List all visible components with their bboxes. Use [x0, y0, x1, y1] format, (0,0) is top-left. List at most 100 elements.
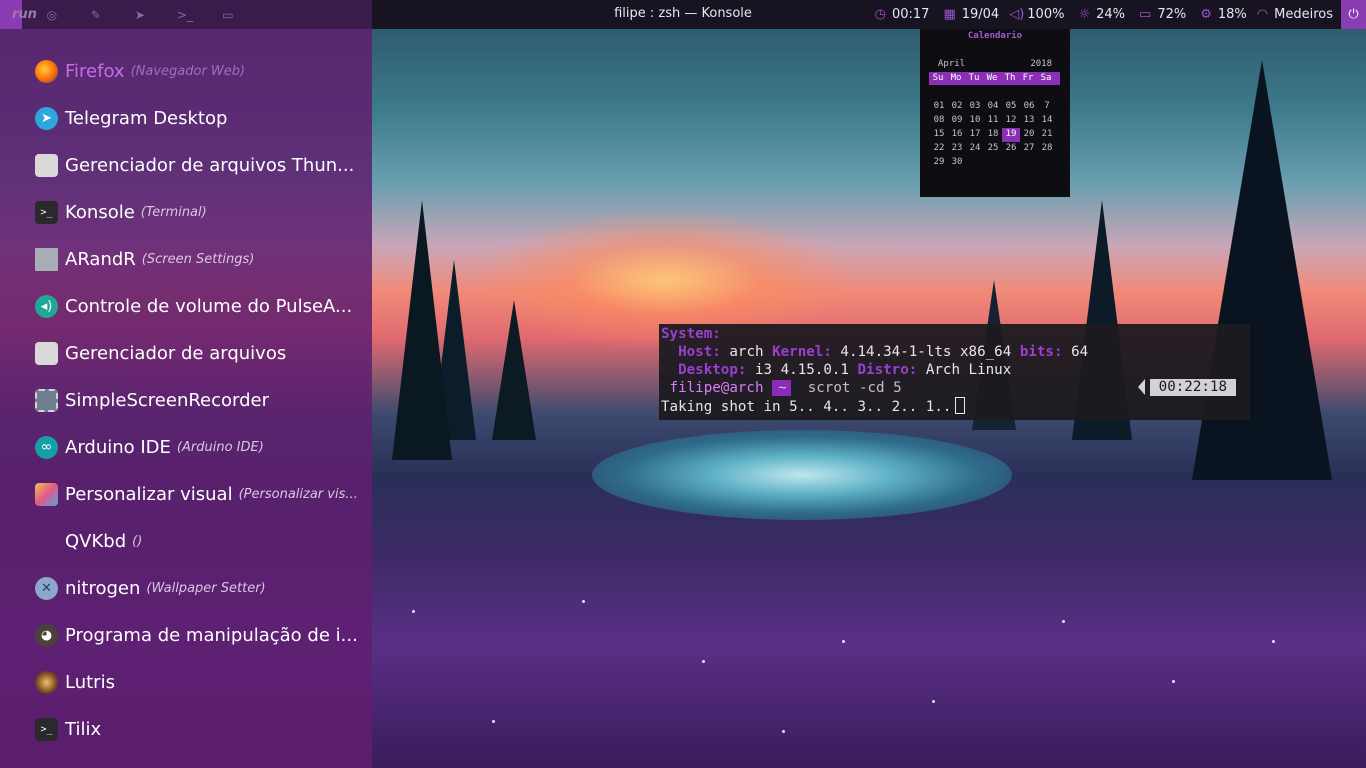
calendar-day[interactable]: 18	[984, 128, 1002, 142]
menu-item-lutris[interactable]: Lutris	[35, 669, 121, 695]
command-output: Taking shot in 5.. 4.. 3.. 2.. 1..	[661, 399, 952, 415]
menu-item-label: ARandR	[65, 248, 136, 270]
calendar-day[interactable]: 06	[1020, 100, 1038, 114]
calendar-week: 15 16 17 18 19 20 21	[930, 128, 1056, 142]
menu-item-tilix[interactable]: >_ Tilix	[35, 716, 107, 742]
terminal-cursor	[955, 397, 966, 414]
calendar-day[interactable]: 29	[930, 156, 948, 170]
wifi-status[interactable]: ◠ Medeiros	[1257, 7, 1333, 22]
calendar-day[interactable]: 09	[948, 114, 966, 128]
calendar-day[interactable]: 7	[1038, 100, 1056, 114]
menu-item-subtitle: (Personalizar vis...	[238, 486, 358, 502]
lutris-icon	[35, 670, 58, 694]
keyboard-icon	[35, 530, 58, 553]
date-status[interactable]: ▦ 19/04	[943, 7, 999, 22]
menu-item-subtitle: (Screen Settings)	[141, 251, 255, 267]
status-area: ◷ 00:17 ▦ 19/04 ◁) 100% ☼ 24% ▭ 72% ⚙ 18% ◠ Med…	[861, 0, 1366, 29]
time-value: 00:17	[891, 7, 930, 22]
edit-icon[interactable]: ✎	[89, 8, 103, 22]
menu-item-label: Controle de volume do PulseA...	[65, 295, 353, 317]
calendar-day[interactable]: 04	[984, 100, 1002, 114]
calendar-day[interactable]	[1002, 156, 1020, 170]
menu-item-qvkbd[interactable]: QVKbd ()	[35, 528, 142, 554]
brightness-icon: ☼	[1078, 7, 1091, 22]
prompt-directory: ~	[772, 380, 791, 396]
terminal-icon[interactable]: >_	[177, 8, 193, 22]
calendar-day[interactable]: 24	[966, 142, 984, 156]
calendar-day[interactable]: 15	[930, 128, 948, 142]
cpu-status[interactable]: ⚙ 18%	[1200, 7, 1247, 22]
brightness-status[interactable]: ☼ 24%	[1078, 7, 1125, 22]
calendar-day[interactable]	[1020, 156, 1038, 170]
calendar-title: Calendario	[967, 31, 1023, 41]
calendar-day[interactable]: 23	[948, 142, 966, 156]
top-bar: run ◎ ✎ ➤ >_ ▭ filipe : zsh — Konsole ◷ 0…	[0, 0, 1366, 29]
menu-item-nitrogen[interactable]: ✕ nitrogen (Wallpaper Setter)	[35, 575, 266, 601]
calendar-day[interactable]: 03	[966, 100, 984, 114]
menu-item-label: Programa de manipulação de i...	[65, 624, 358, 646]
calendar-day[interactable]: 27	[1020, 142, 1038, 156]
calendar-day[interactable]: 20	[1020, 128, 1038, 142]
menu-item-arduino[interactable]: ∞ Arduino IDE (Arduino IDE)	[35, 434, 264, 460]
calendar-day[interactable]: 30	[948, 156, 966, 170]
menu-item-firefox[interactable]: Firefox (Navegador Web)	[35, 58, 245, 84]
volume-status[interactable]: ◁) 100%	[1009, 7, 1064, 22]
distro-value: Arch Linux	[925, 362, 1012, 378]
menu-item-subtitle: (Terminal)	[140, 204, 207, 220]
telegram-icon[interactable]: ➤	[133, 8, 147, 22]
bits-label: bits:	[1019, 344, 1063, 360]
menu-item-personalizar-visual[interactable]: Personalizar visual (Personalizar vis...	[35, 481, 358, 507]
menu-item-thunar[interactable]: Gerenciador de arquivos Thun...	[35, 152, 360, 178]
battery-status[interactable]: ▭ 72%	[1139, 7, 1186, 22]
volume-icon: ◁)	[1009, 7, 1025, 22]
calendar-day[interactable]: 13	[1020, 114, 1038, 128]
calendar-weekday-header: Su Mo Tu We Th Fr Sa	[929, 72, 1060, 85]
app-launcher-menu: Firefox (Navegador Web) ➤ Telegram Deskto…	[0, 29, 372, 768]
menu-item-konsole[interactable]: >_ Konsole (Terminal)	[35, 199, 207, 225]
menu-item-label: Lutris	[65, 671, 115, 693]
calendar-week: 22 23 24 25 26 27 28	[930, 142, 1056, 156]
menu-item-label: Gerenciador de arquivos Thun...	[65, 154, 355, 176]
menu-item-label: Firefox	[65, 60, 125, 82]
calendar-day[interactable]: 28	[1038, 142, 1056, 156]
calendar-day[interactable]: 01	[930, 100, 948, 114]
desktop-label: Desktop:	[678, 362, 747, 378]
menu-item-arandr[interactable]: ARandR (Screen Settings)	[35, 246, 254, 272]
menu-item-simplescreenrecorder[interactable]: SimpleScreenRecorder	[35, 387, 275, 413]
bits-value: 64	[1071, 344, 1089, 360]
menu-item-label: Gerenciador de arquivos	[65, 342, 287, 364]
calendar-day-today[interactable]: 19	[1002, 128, 1020, 142]
calendar-day[interactable]: 25	[984, 142, 1002, 156]
folder-icon	[35, 341, 58, 365]
wallpaper-star	[702, 660, 705, 663]
firefox-icon[interactable]: ◎	[45, 8, 59, 22]
menu-item-file-manager[interactable]: Gerenciador de arquivos	[35, 340, 292, 366]
clock-status[interactable]: ◷ 00:17	[875, 7, 930, 22]
calendar-day[interactable]: 17	[966, 128, 984, 142]
calendar-day[interactable]: 12	[1002, 114, 1020, 128]
calendar-day[interactable]: 22	[930, 142, 948, 156]
calendar-day[interactable]: 21	[1038, 128, 1056, 142]
menu-item-telegram[interactable]: ➤ Telegram Desktop	[35, 105, 233, 131]
display-icon[interactable]: ▭	[221, 8, 235, 22]
calendar-day[interactable]	[984, 156, 1002, 170]
calendar-day[interactable]: 05	[1002, 100, 1020, 114]
menu-item-label: SimpleScreenRecorder	[65, 389, 270, 411]
calendar-day[interactable]: 08	[930, 114, 948, 128]
menu-item-gimp[interactable]: ◕ Programa de manipulação de i...	[35, 622, 364, 648]
desktop-value: i3 4.15.0.1	[754, 362, 849, 378]
system-label: System:	[661, 326, 721, 342]
prompt-clock: 00:22:18	[1149, 379, 1236, 396]
calendar-day[interactable]	[966, 156, 984, 170]
calendar-day[interactable]	[1038, 156, 1056, 170]
weekday-label: Mo	[950, 73, 962, 83]
calendar-day[interactable]: 02	[948, 100, 966, 114]
calendar-day[interactable]: 11	[984, 114, 1002, 128]
calendar-day[interactable]: 10	[966, 114, 984, 128]
konsole-terminal[interactable]: System: Host: arch Kernel: 4.14.34-1-lts…	[659, 324, 1250, 420]
calendar-day[interactable]: 26	[1002, 142, 1020, 156]
calendar-day[interactable]: 16	[948, 128, 966, 142]
calendar-day[interactable]: 14	[1038, 114, 1056, 128]
power-button[interactable]: ⏻	[1341, 0, 1366, 29]
menu-item-pulseaudio[interactable]: ◂) Controle de volume do PulseA...	[35, 293, 358, 319]
